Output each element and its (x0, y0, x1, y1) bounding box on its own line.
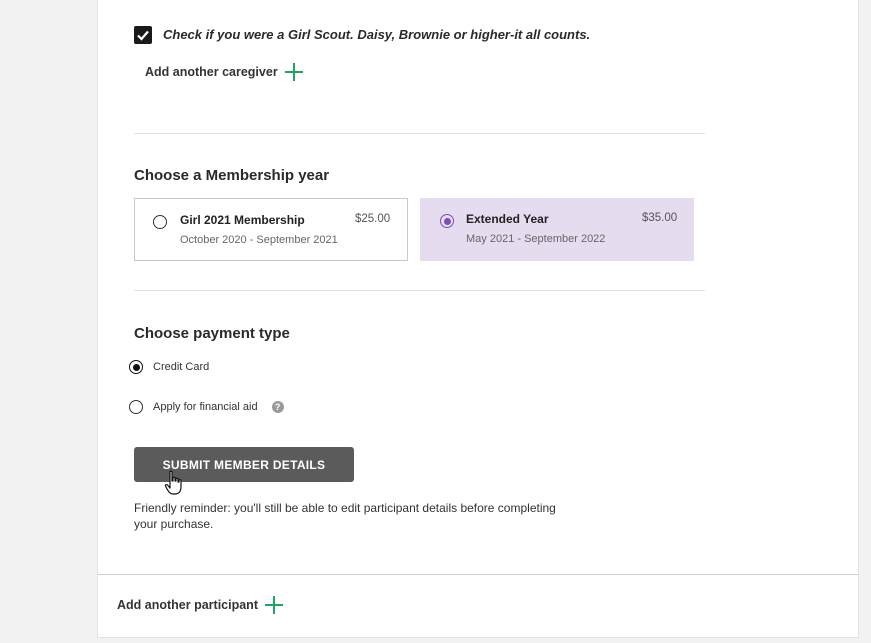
payment-option-label: Apply for financial aid (153, 401, 258, 413)
payment-option-credit-card[interactable]: Credit Card (129, 360, 209, 374)
add-caregiver-label: Add another caregiver (145, 65, 278, 79)
radio-unselected[interactable] (153, 215, 167, 229)
plus-icon (264, 595, 284, 615)
checkmark-icon (137, 30, 149, 41)
radio-selected[interactable] (129, 360, 143, 374)
question-circle-icon[interactable]: ? (271, 401, 284, 413)
radio-selected[interactable] (440, 214, 454, 228)
membership-option-girl-2021[interactable]: Girl 2021 Membership $25.00 October 2020… (134, 198, 408, 261)
add-participant-link[interactable]: Add another participant (117, 595, 284, 615)
member-details-card (97, 0, 859, 574)
payment-option-label: Credit Card (153, 361, 210, 373)
plus-icon (284, 62, 304, 82)
girl-scout-checkbox[interactable] (134, 26, 152, 44)
option-date-range: May 2021 - September 2022 (466, 233, 606, 245)
option-price: $35.00 (642, 212, 678, 224)
option-date-range: October 2020 - September 2021 (180, 234, 338, 246)
divider (134, 133, 705, 134)
edit-reminder-text: Friendly reminder: you'll still be able … (134, 501, 556, 531)
option-name: Girl 2021 Membership (180, 213, 305, 227)
option-name: Extended Year (466, 212, 549, 226)
membership-option-extended-year[interactable]: Extended Year $35.00 May 2021 - Septembe… (420, 198, 694, 261)
add-participant-label: Add another participant (117, 598, 258, 612)
add-caregiver-link[interactable]: Add another caregiver (145, 62, 304, 82)
payment-section-title: Choose payment type (134, 325, 290, 342)
hand-pointer-icon (164, 470, 182, 495)
option-price: $25.00 (355, 213, 391, 225)
divider (134, 290, 705, 291)
girl-scout-check-label: Check if you were a Girl Scout. Daisy, B… (163, 27, 591, 42)
membership-section-title: Choose a Membership year (134, 167, 330, 184)
radio-unselected[interactable] (129, 400, 143, 414)
payment-option-financial-aid[interactable]: Apply for financial aid ? (129, 400, 284, 414)
